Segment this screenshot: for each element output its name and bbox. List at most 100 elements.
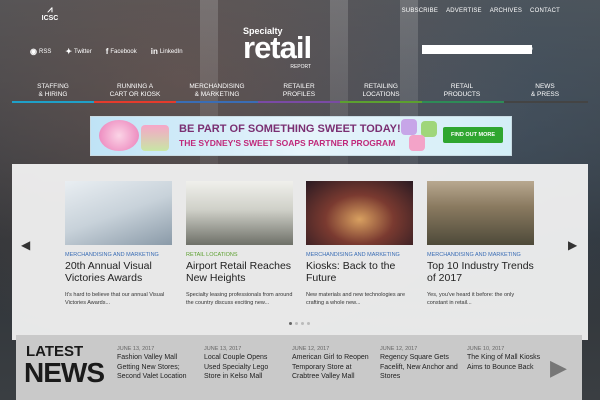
news-headline[interactable]: Regency Square Gets Facelift, New Anchor… (380, 353, 458, 382)
nav-label-line1: RETAILER (283, 83, 315, 90)
nav-underline-locations (340, 101, 422, 103)
news-date: JUNE 13, 2017 (204, 346, 242, 352)
banner-subtitle: THE SYDNEY'S SWEET SOAPS PARTNER PROGRAM (179, 138, 396, 148)
nav-label-line1: RETAILING (364, 83, 398, 90)
card-category[interactable]: RETAIL LOCATIONS (186, 252, 293, 258)
card-excerpt: Specialty leasing professionals from aro… (186, 292, 293, 306)
main-nav: STAFFING & HIRING RUNNING A CART OR KIOS… (0, 83, 600, 103)
nav-label-line2: LOCATIONS (362, 91, 400, 98)
nav-label-line2: & MARKETING (194, 91, 240, 98)
rss-label: RSS (38, 48, 52, 55)
linkedin-icon: in (150, 47, 158, 56)
carousel-card[interactable]: RETAIL LOCATIONS Airport Retail Reaches … (186, 181, 293, 307)
soap-image (401, 119, 417, 135)
search-input[interactable] (422, 45, 532, 54)
logo-line3: REPORT (290, 64, 312, 70)
news-item[interactable]: JUNE 12, 2017 American Girl to Reopen Te… (292, 346, 372, 382)
news-label: NEWS (24, 357, 105, 388)
card-image (65, 181, 172, 245)
card-image (186, 181, 293, 245)
card-title[interactable]: 20th Annual Visual Victories Awards (65, 260, 172, 284)
nav-underline-kiosk (94, 101, 176, 103)
carousel-dot[interactable] (301, 322, 304, 325)
nav-label-line2: & PRESS (530, 91, 560, 98)
news-date: JUNE 13, 2017 (117, 346, 155, 352)
nav-merchandising-marketing[interactable]: MERCHANDISING & MARKETING (186, 83, 248, 99)
nav-underline-staffing (12, 101, 94, 103)
twitter-link[interactable]: ✦ Twitter (65, 47, 91, 56)
nav-running-cart-kiosk[interactable]: RUNNING A CART OR KIOSK (104, 83, 166, 99)
card-excerpt: New materials and new technologies are c… (306, 292, 406, 306)
promo-banner[interactable]: BE PART OF SOMETHING SWEET TODAY! THE SY… (90, 116, 512, 156)
search-icon[interactable]: ⌕ (529, 44, 533, 54)
nav-retailing-locations[interactable]: RETAILING LOCATIONS (352, 83, 410, 99)
nav-retail-products[interactable]: RETAIL PRODUCTS (434, 83, 490, 99)
carousel-prev-arrow[interactable]: ◀ (21, 238, 30, 252)
linkedin-label: LinkedIn (159, 48, 183, 55)
carousel-dot[interactable] (307, 322, 310, 325)
rss-icon: ◉ (30, 47, 37, 56)
nav-label-line1: NEWS (535, 83, 555, 90)
rss-link[interactable]: ◉ RSS (30, 47, 51, 56)
news-date: JUNE 10, 2017 (467, 346, 505, 352)
news-item[interactable]: JUNE 10, 2017 The King of Mall Kiosks Ai… (467, 346, 543, 372)
news-headline[interactable]: Fashion Valley Mall Getting New Stores; … (117, 353, 197, 382)
nav-label-line1: RETAIL (450, 83, 474, 90)
news-item[interactable]: JUNE 12, 2017 Regency Square Gets Faceli… (380, 346, 458, 382)
nav-label-line2: PRODUCTS (443, 91, 481, 98)
social-links: ◉ RSS ✦ Twitter f Facebook in LinkedIn (30, 47, 183, 56)
news-date: JUNE 12, 2017 (380, 346, 418, 352)
carousel-card[interactable]: MERCHANDISING AND MARKETING Top 10 Indus… (427, 181, 534, 307)
news-next-arrow[interactable]: ▶ (550, 355, 567, 381)
news-headline[interactable]: American Girl to Reopen Temporary Store … (292, 353, 372, 382)
latest-news-bar: LATEST NEWS JUNE 13, 2017 Fashion Valley… (16, 335, 582, 400)
news-headline[interactable]: The King of Mall Kiosks Aims to Bounce B… (467, 353, 543, 372)
contact-link[interactable]: CONTACT (530, 8, 560, 14)
soap-image (409, 135, 425, 151)
top-links: SUBSCRIBE ADVERTISE ARCHIVES CONTACT (402, 8, 560, 14)
carousel-card[interactable]: MERCHANDISING AND MARKETING Kiosks: Back… (306, 181, 413, 307)
news-date: JUNE 12, 2017 (292, 346, 330, 352)
find-out-more-button[interactable]: FIND OUT MORE (443, 127, 503, 143)
archives-link[interactable]: ARCHIVES (490, 8, 522, 14)
card-title[interactable]: Top 10 Industry Trends of 2017 (427, 260, 534, 284)
card-excerpt: Yes, you've heard it before: the only co… (427, 292, 515, 306)
news-headline[interactable]: Local Couple Opens Used Specialty Lego S… (204, 353, 282, 382)
site-logo[interactable]: Specialty retail REPORT (243, 27, 312, 70)
facebook-icon: f (105, 47, 109, 56)
news-item[interactable]: JUNE 13, 2017 Fashion Valley Mall Gettin… (117, 346, 197, 382)
logo-line2: retail (243, 30, 312, 65)
advertise-link[interactable]: ADVERTISE (446, 8, 482, 14)
card-category[interactable]: MERCHANDISING AND MARKETING (65, 252, 172, 258)
nav-label-line1: STAFFING (37, 83, 69, 90)
icsc-logo-text: ICSC (41, 15, 59, 22)
card-image (306, 181, 413, 245)
banner-title: BE PART OF SOMETHING SWEET TODAY! (179, 123, 401, 135)
facebook-label: Facebook (110, 48, 137, 55)
card-title[interactable]: Airport Retail Reaches New Heights (186, 260, 293, 284)
facebook-link[interactable]: f Facebook (106, 47, 137, 56)
icsc-logo-icon: ⩘ (47, 4, 53, 14)
linkedin-link[interactable]: in LinkedIn (151, 47, 183, 56)
subscribe-link[interactable]: SUBSCRIBE (402, 8, 438, 14)
nav-underline-products (422, 101, 504, 103)
nav-retailer-profiles[interactable]: RETAILER PROFILES (270, 83, 328, 99)
carousel-dot[interactable] (289, 322, 292, 325)
nav-label-line2: CART OR KIOSK (109, 91, 161, 98)
nav-label-line2: PROFILES (282, 91, 316, 98)
card-title[interactable]: Kiosks: Back to the Future (306, 260, 413, 284)
nav-news-press[interactable]: NEWS & PRESS (520, 83, 570, 99)
icsc-logo[interactable]: ⩘ ICSC (40, 5, 60, 25)
card-category[interactable]: MERCHANDISING AND MARKETING (427, 252, 534, 258)
card-image (427, 181, 534, 245)
twitter-icon: ✦ (65, 47, 73, 56)
news-item[interactable]: JUNE 13, 2017 Local Couple Opens Used Sp… (204, 346, 282, 382)
carousel-next-arrow[interactable]: ▶ (568, 238, 577, 252)
card-excerpt: It's hard to believe that our annual Vis… (65, 292, 165, 306)
nav-staffing-hiring[interactable]: STAFFING & HIRING (26, 83, 80, 99)
card-category[interactable]: MERCHANDISING AND MARKETING (306, 252, 413, 258)
carousel-card[interactable]: MERCHANDISING AND MARKETING 20th Annual … (65, 181, 172, 307)
nav-label-line1: MERCHANDISING (189, 83, 245, 90)
sydneys-logo (99, 120, 139, 151)
carousel-dot[interactable] (295, 322, 298, 325)
